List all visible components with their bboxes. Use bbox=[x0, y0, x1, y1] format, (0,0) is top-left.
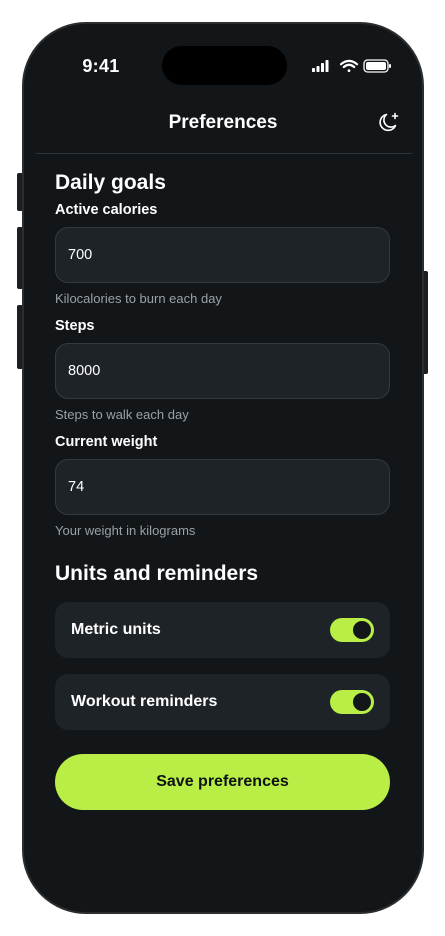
active-calories-input-box bbox=[55, 227, 390, 283]
save-preferences-button[interactable]: Save preferences bbox=[55, 754, 390, 810]
field-helper-text: Kilocalories to burn each day bbox=[55, 291, 222, 306]
field-helper-text: Steps to walk each day bbox=[55, 407, 189, 422]
device-stage: 9:41 Preferences Daily goals Active calo… bbox=[0, 0, 445, 936]
field-label: Steps bbox=[55, 318, 95, 334]
metric-units-switch[interactable] bbox=[330, 618, 374, 642]
preferences-content: Daily goals Active calories Kilocalories… bbox=[55, 166, 391, 810]
steps-input-box bbox=[55, 343, 390, 399]
switch-knob bbox=[353, 621, 371, 639]
battery-icon bbox=[363, 59, 391, 73]
section-title-daily-goals: Daily goals bbox=[55, 171, 166, 194]
field-active-calories: Active calories Kilocalories to burn eac… bbox=[55, 200, 391, 308]
field-steps: Steps Steps to walk each day bbox=[55, 316, 391, 424]
field-label: Current weight bbox=[55, 434, 158, 450]
cellular-signal-icon bbox=[312, 60, 329, 72]
field-label: Active calories bbox=[55, 202, 158, 218]
current-weight-input-box bbox=[55, 459, 390, 515]
section-title-units-reminders: Units and reminders bbox=[55, 562, 259, 585]
toggle-label: Workout reminders bbox=[71, 693, 218, 710]
toggle-row-metric-units[interactable]: Metric units bbox=[55, 602, 390, 658]
active-calories-input[interactable] bbox=[56, 247, 389, 263]
theme-toggle-button[interactable] bbox=[376, 110, 402, 136]
steps-input[interactable] bbox=[56, 363, 389, 379]
switch-knob bbox=[353, 693, 371, 711]
toggle-label: Metric units bbox=[71, 621, 161, 638]
page-title: Preferences bbox=[168, 112, 278, 133]
header-divider bbox=[36, 153, 412, 154]
current-weight-input[interactable] bbox=[56, 479, 389, 495]
phone-screen: 9:41 Preferences Daily goals Active calo… bbox=[22, 22, 424, 914]
status-icons bbox=[312, 58, 392, 74]
wifi-icon bbox=[339, 59, 359, 72]
moon-sparkle-icon bbox=[379, 112, 399, 132]
dynamic-island bbox=[162, 46, 287, 85]
field-current-weight: Current weight Your weight in kilograms bbox=[55, 432, 391, 540]
field-helper-text: Your weight in kilograms bbox=[55, 523, 196, 538]
workout-reminders-switch[interactable] bbox=[330, 690, 374, 714]
toggle-row-workout-reminders[interactable]: Workout reminders bbox=[55, 674, 390, 730]
status-time: 9:41 bbox=[82, 56, 120, 76]
toggle-list: Metric units Workout reminders bbox=[55, 602, 391, 730]
